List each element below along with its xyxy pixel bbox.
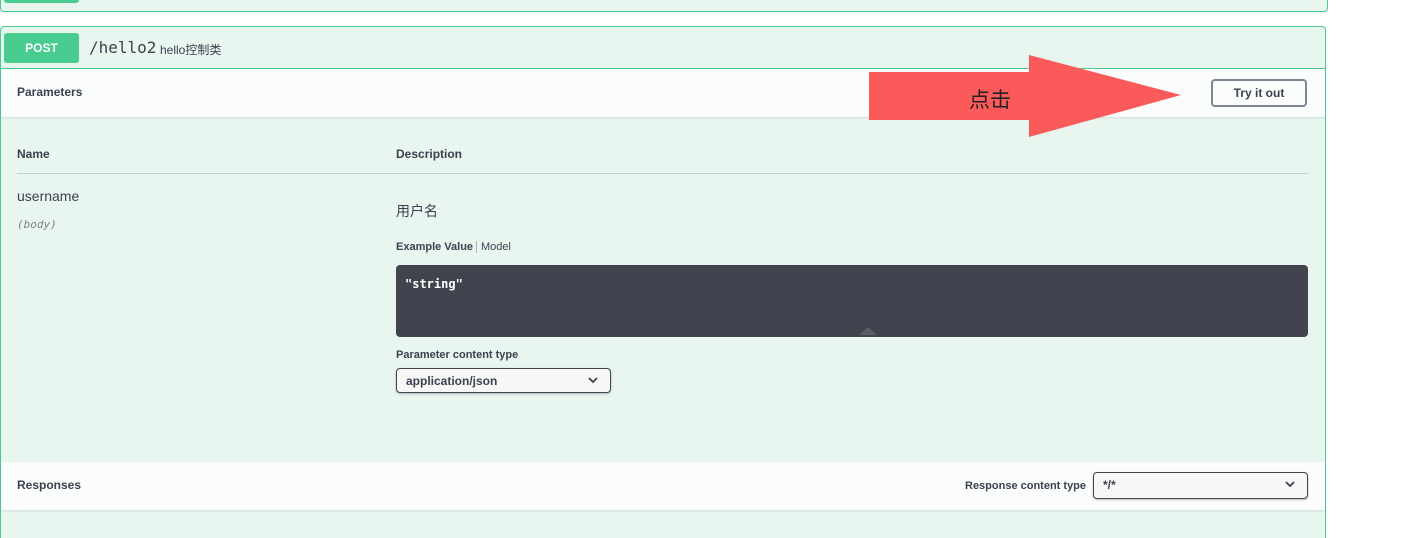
operation-path: /hello2 bbox=[89, 38, 157, 57]
annotation-arrow-icon bbox=[869, 55, 1181, 137]
tab-model[interactable]: Model bbox=[481, 241, 511, 253]
previous-method-badge bbox=[4, 0, 79, 3]
column-header-name: Name bbox=[17, 147, 50, 161]
chevron-down-icon bbox=[1285, 481, 1295, 488]
response-content-type-label: Response content type bbox=[965, 480, 1087, 492]
parameters-title: Parameters bbox=[17, 85, 83, 99]
parameter-content-type-select[interactable]: application/json bbox=[396, 368, 611, 393]
response-content-type-select[interactable]: */* bbox=[1093, 472, 1308, 499]
response-content-type-value: */* bbox=[1103, 478, 1116, 492]
parameter-content-type-label: Parameter content type bbox=[396, 349, 519, 361]
example-value-text: "string" bbox=[405, 277, 463, 291]
example-value-code-block[interactable]: "string" bbox=[396, 265, 1308, 337]
parameter-description: 用户名 bbox=[396, 203, 438, 219]
caret-up-icon bbox=[859, 327, 877, 335]
table-divider bbox=[17, 173, 1308, 174]
chevron-down-icon bbox=[588, 377, 598, 384]
method-badge: POST bbox=[4, 33, 79, 63]
parameter-location: (body) bbox=[17, 218, 57, 231]
swagger-page: POST /hello2 hello控制类 Parameters Try it … bbox=[0, 0, 1401, 538]
operation-summary: hello控制类 bbox=[160, 43, 222, 57]
previous-operation-block[interactable] bbox=[0, 0, 1328, 12]
responses-title: Responses bbox=[17, 478, 82, 492]
try-it-out-button[interactable]: Try it out bbox=[1211, 79, 1307, 107]
parameter-name: username bbox=[17, 188, 80, 204]
column-header-description: Description bbox=[396, 147, 463, 161]
parameter-content-type-value: application/json bbox=[406, 374, 498, 388]
annotation-label: 点击 bbox=[969, 88, 1011, 112]
responses-header: Responses Response content type */* bbox=[1, 462, 1325, 510]
tab-example-value[interactable]: Example Value bbox=[396, 241, 478, 253]
